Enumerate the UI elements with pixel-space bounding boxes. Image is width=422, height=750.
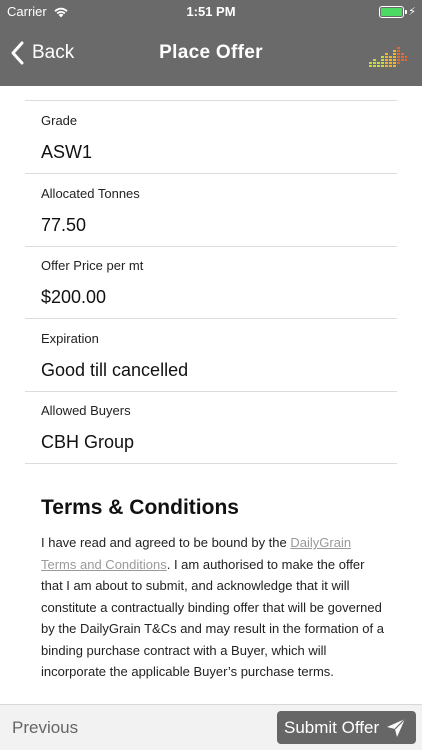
bottom-toolbar: Previous Submit Offer <box>0 704 422 750</box>
dailygrain-logo-icon <box>369 47 407 67</box>
battery-icon <box>379 5 408 18</box>
send-icon <box>387 718 406 737</box>
field-grade[interactable]: Grade ASW1 <box>25 101 397 174</box>
previous-button[interactable]: Previous <box>12 718 78 738</box>
terms-intro: I have read and agreed to be bound by th… <box>41 535 291 550</box>
field-allocated-tonnes[interactable]: Allocated Tonnes 77.50 <box>25 174 397 247</box>
field-label: Expiration <box>41 331 99 346</box>
field-value: Good till cancelled <box>41 360 189 380</box>
status-bar: Carrier 1:51 PM ⚡ <box>0 0 422 22</box>
field-value: CBH Group <box>41 432 135 452</box>
status-time: 1:51 PM <box>186 4 236 19</box>
terms-text: I have read and agreed to be bound by th… <box>41 532 386 683</box>
field-allowed-buyers[interactable]: Allowed Buyers CBH Group <box>25 391 397 464</box>
nav-bar: Back Place Offer <box>0 22 422 86</box>
field-value: 77.50 <box>41 215 87 235</box>
field-offer-price[interactable]: Offer Price per mt $200.00 <box>25 246 397 319</box>
submit-offer-label: Submit Offer <box>284 717 380 737</box>
charging-icon: ⚡ <box>408 6 416 18</box>
page-title: Place Offer <box>159 42 263 63</box>
submit-offer-button[interactable]: Submit Offer <box>277 711 416 744</box>
status-right: ⚡ <box>379 5 416 18</box>
field-label: Allocated Tonnes <box>41 186 140 201</box>
field-label: Grade <box>41 113 78 128</box>
field-label: Offer Price per mt <box>41 258 144 273</box>
field-expiration[interactable]: Expiration Good till cancelled <box>25 319 397 392</box>
field-value: ASW1 <box>41 142 93 162</box>
battery-tip <box>405 9 408 14</box>
field-value: $200.00 <box>41 287 107 307</box>
terms-title: Terms & Conditions <box>41 496 239 519</box>
field-label: Allowed Buyers <box>41 403 131 418</box>
terms-body: . I am authorised to make the offer that… <box>41 556 384 680</box>
battery-level <box>381 7 403 16</box>
offer-form[interactable]: Grade ASW1 Allocated Tonnes 77.50 Offer … <box>0 86 422 704</box>
